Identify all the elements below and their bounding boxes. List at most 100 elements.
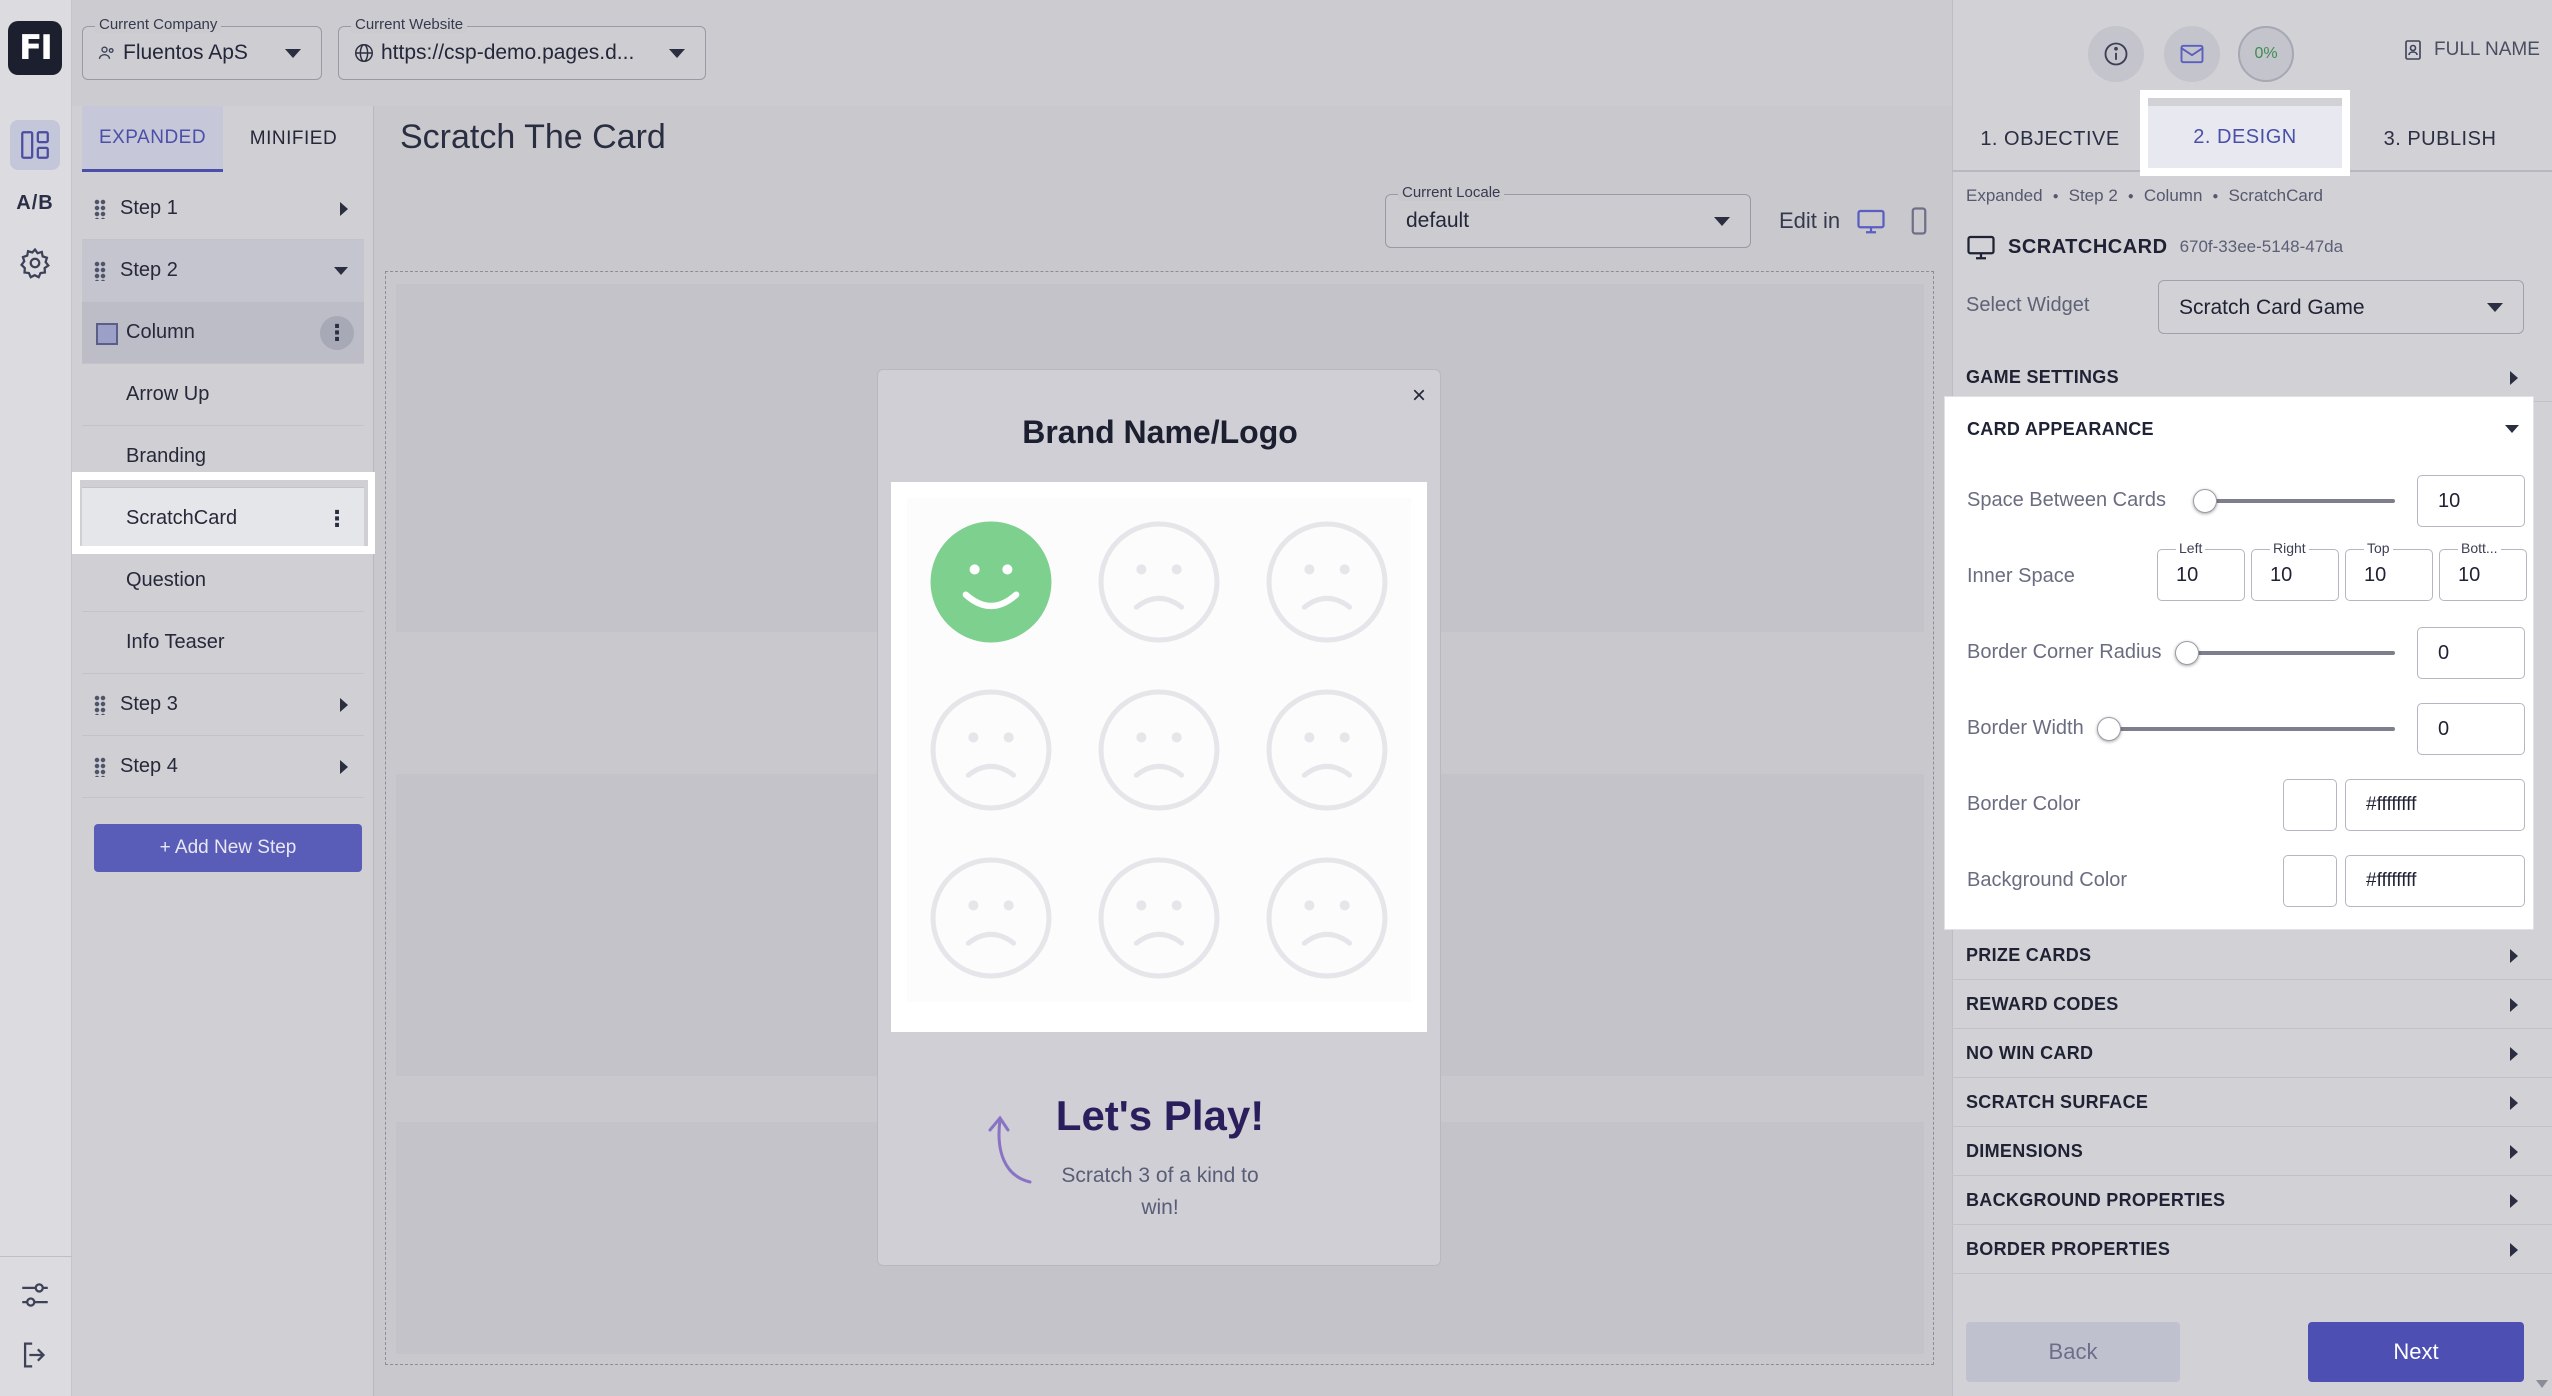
section-reward-codes[interactable]: REWARD CODES [1952,981,2552,1029]
chevron-down-icon [2487,303,2503,312]
sad-face-icon[interactable] [1243,666,1411,834]
border-color-input[interactable]: #ffffffff [2345,779,2525,831]
section-scratch-surface[interactable]: SCRATCH SURFACE [1952,1079,2552,1127]
tree-item-question[interactable]: Question [82,550,364,612]
company-icon [98,46,114,59]
card-appearance-section: CARD APPEARANCE Space Between Cards 10 I… [1944,396,2534,930]
happy-face-icon[interactable] [907,498,1075,666]
border-width-label: Border Width [1967,717,2084,739]
expand-arrow-icon [2510,1194,2518,1208]
section-background-properties[interactable]: BACKGROUND PROPERTIES [1952,1177,2552,1225]
tree-item-column[interactable]: Column ⋮ [82,302,364,364]
border-width-slider[interactable] [2109,727,2395,731]
inner-space-right-input[interactable]: Right 10 [2251,540,2339,601]
globe-icon [355,44,373,62]
section-game-settings[interactable]: GAME SETTINGS [1952,354,2552,402]
space-between-slider[interactable] [2195,499,2395,503]
slider-handle[interactable] [2175,641,2199,665]
slider-handle[interactable] [2097,717,2121,741]
chevron-down-icon [285,49,301,58]
drag-handle-icon[interactable] [94,757,106,777]
more-options-icon[interactable]: ⋮ [320,502,354,536]
collapse-arrow-icon[interactable] [334,267,348,275]
section-border-properties[interactable]: BORDER PROPERTIES [1952,1226,2552,1274]
inner-space-bottom-input[interactable]: Bott... 10 [2439,540,2527,601]
mobile-icon[interactable] [1904,206,1934,241]
inner-space-left-input[interactable]: Left 10 [2157,540,2245,601]
widget-select[interactable]: Scratch Card Game [2158,280,2524,334]
inner-space-label: Inner Space [1967,565,2075,587]
tree-item-arrow-up[interactable]: Arrow Up [82,364,364,426]
tree-item-step-2[interactable]: Step 2 [82,240,364,302]
tab-minified[interactable]: MINIFIED [223,106,364,172]
more-options-icon[interactable]: ⋮ [320,316,354,350]
drag-handle-icon[interactable] [94,261,106,281]
inner-space-top-input[interactable]: Top 10 [2345,540,2433,601]
settings-gear-icon[interactable] [10,238,60,288]
section-dimensions[interactable]: DIMENSIONS [1952,1128,2552,1176]
corner-radius-input[interactable]: 0 [2417,627,2525,679]
desktop-icon[interactable] [1856,206,1886,241]
ab-test-icon[interactable]: A/B [10,178,60,228]
tree-item-step-3[interactable]: Step 3 [82,674,364,736]
company-select[interactable]: Current Company Fluentos ApS [82,16,322,80]
expand-arrow-icon[interactable] [340,760,348,774]
tree-item-step-1[interactable]: Step 1 [82,178,364,240]
tab-objective[interactable]: 1. OBJECTIVE [1952,106,2148,172]
sad-face-icon[interactable] [1075,666,1243,834]
section-card-appearance[interactable]: CARD APPEARANCE [1967,419,2154,440]
sad-face-icon[interactable] [1243,834,1411,1002]
sliders-icon[interactable] [10,1270,60,1320]
chevron-down-icon [669,49,685,58]
tree-item-branding[interactable]: Branding [82,426,364,488]
logout-icon[interactable] [10,1330,60,1380]
website-select[interactable]: Current Website https://csp-demo.pages.d… [338,16,706,80]
sad-face-icon[interactable] [907,834,1075,1002]
play-subtitle: Scratch 3 of a kind to win! [1061,1164,1259,1219]
expand-arrow-icon[interactable] [340,202,348,216]
layout-icon[interactable] [10,120,60,170]
corner-radius-slider[interactable] [2187,651,2395,655]
breadcrumb-item[interactable]: Column [2144,186,2203,206]
background-color-swatch[interactable] [2283,855,2337,907]
border-width-input[interactable]: 0 [2417,703,2525,755]
sad-face-icon[interactable] [1075,834,1243,1002]
tree-item-step-4[interactable]: Step 4 [82,736,364,798]
section-prize-cards[interactable]: PRIZE CARDS [1952,932,2552,980]
sad-face-icon[interactable] [1243,498,1411,666]
chevron-down-icon [1714,217,1730,226]
tree-item-scratchcard[interactable]: ScratchCard ⋮ [82,488,364,550]
breadcrumb-item[interactable]: Expanded [1966,186,2043,206]
collapse-arrow-icon[interactable] [2505,425,2519,433]
sad-face-icon[interactable] [907,666,1075,834]
tree-item-info-teaser[interactable]: Info Teaser [82,612,364,674]
add-new-step-button[interactable]: + Add New Step [94,824,362,872]
tab-design[interactable]: 2. DESIGN [2148,106,2342,172]
workflow-tabs: 1. OBJECTIVE 2. DESIGN 3. PUBLISH [1952,106,2552,172]
back-button[interactable]: Back [1966,1322,2180,1382]
drag-handle-icon[interactable] [94,695,106,715]
tab-publish[interactable]: 3. PUBLISH [2342,106,2538,172]
close-icon[interactable]: × [1412,382,1426,410]
expand-arrow-icon[interactable] [340,698,348,712]
section-no-win-card[interactable]: NO WIN CARD [1952,1030,2552,1078]
slider-handle[interactable] [2193,489,2217,513]
progress-indicator: 0% [2238,26,2294,82]
next-button[interactable]: Next [2308,1322,2524,1382]
locale-select[interactable]: Current Locale default [1385,184,1751,248]
scroll-down-icon[interactable] [2536,1380,2548,1388]
info-icon[interactable] [2088,26,2144,82]
tab-expanded[interactable]: EXPANDED [82,106,223,172]
mail-icon[interactable] [2164,26,2220,82]
drag-handle-icon[interactable] [94,199,106,219]
background-color-input[interactable]: #ffffffff [2345,855,2525,907]
app-logo: FI [8,21,62,75]
user-menu[interactable]: FULL NAME [2402,38,2540,62]
border-color-swatch[interactable] [2283,779,2337,831]
breadcrumb-item[interactable]: Step 2 [2069,186,2118,206]
desktop-icon [1967,235,1995,260]
sad-face-icon[interactable] [1075,498,1243,666]
rail-divider [0,1256,72,1257]
space-between-input[interactable]: 10 [2417,475,2525,527]
view-tabs: EXPANDED MINIFIED [82,106,364,172]
